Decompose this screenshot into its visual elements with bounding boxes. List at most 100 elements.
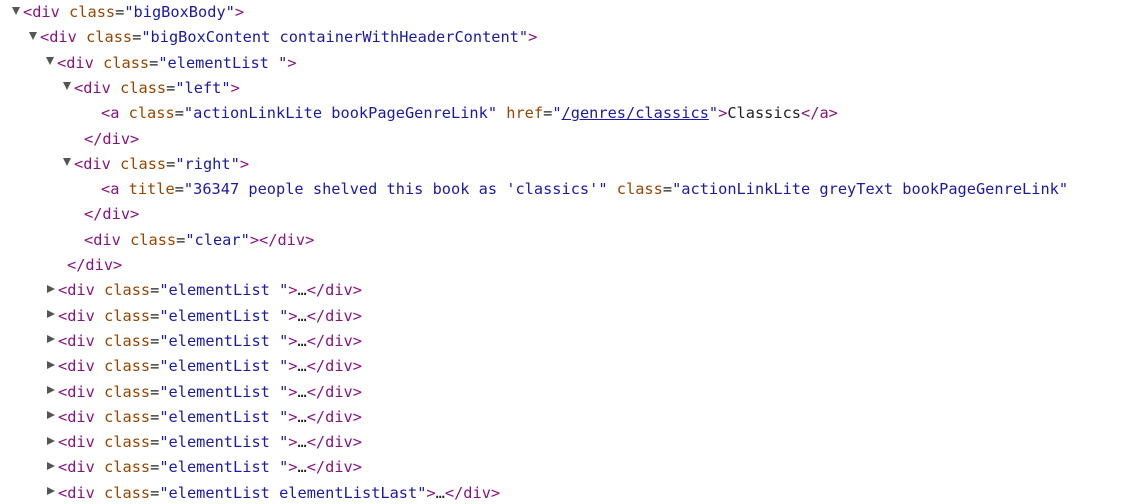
expanded-triangle-icon[interactable] [63,82,71,91]
dom-tree-view: <div class="bigBoxBody"> <div class="bigB… [0,0,1131,504]
dom-node-row[interactable]: <div class="elementList ">…</div> [46,354,362,379]
collapsed-triangle-icon[interactable] [47,487,55,496]
text-token: = [150,281,160,300]
attribute-name: title [128,180,175,199]
attribute-name: class [104,357,151,376]
collapsed-triangle-icon[interactable] [47,461,55,470]
collapsed-triangle-icon[interactable] [47,436,55,445]
attribute-value: "actionLinkLite greyText bookPageGenreLi… [672,180,1069,199]
dom-node-row[interactable]: <div class="elementList "> [46,51,297,76]
tag-token: <div [74,78,111,97]
collapsed-triangle-icon[interactable] [47,335,55,344]
text-token: = [150,306,160,325]
attribute-value: " [708,104,719,123]
tag-token: > [718,104,728,123]
expanded-triangle-icon[interactable] [29,31,37,40]
tag-token: <a [101,180,120,199]
attribute-name: class [616,180,663,199]
text-token: … [297,331,307,350]
text-token: = [174,180,184,199]
tag-token: </div> [84,205,140,224]
dom-node-row[interactable]: <div class="bigBoxContent containerWithH… [29,25,537,50]
tag-token: </div> [444,483,501,502]
href-link[interactable]: /genres/classics [562,104,709,122]
attribute-value: "actionLinkLite bookPageGenreLink" [183,104,498,123]
text-token: = [166,78,176,97]
attribute-name: class [128,104,175,123]
expanded-triangle-icon[interactable] [12,6,20,15]
tag-token: </a> [801,104,838,123]
collapsed-triangle-icon[interactable] [47,360,55,369]
dom-node-row[interactable]: <div class="elementList ">…</div> [46,278,362,303]
text-token: = [150,331,160,350]
attribute-value: "elementList " [159,433,289,452]
tag-token: > [288,382,298,401]
collapsed-triangle-icon[interactable] [47,284,55,293]
dom-node-row[interactable]: <div class="elementList ">…</div> [46,405,362,430]
attribute-name: class [104,433,151,452]
attribute-name: class [104,407,151,426]
dom-node-row[interactable]: <div class="elementList ">…</div> [46,304,362,329]
dom-node-row[interactable]: <div class="right"> [63,152,249,177]
dom-node-row[interactable]: <div class="clear"></div> [84,228,314,253]
dom-node-row[interactable]: </div> [84,127,139,152]
dom-node-row[interactable]: <div class="elementList ">…</div> [46,430,362,455]
text-token: … [297,407,307,426]
tag-token: > [239,154,250,173]
attribute-value: "right" [175,154,240,173]
attribute-name: class [104,281,151,300]
dom-node-row[interactable]: <div class="elementList ">…</div> [46,329,362,354]
collapsed-triangle-icon[interactable] [47,310,55,319]
tag-token: > [288,357,298,376]
attribute-value: "36347 people shelved this book as 'clas… [183,180,608,199]
tag-token: > [426,483,436,502]
dom-node-row[interactable]: <div class="elementList ">…</div> [46,380,362,405]
tag-token: > [528,28,538,47]
dom-node-row[interactable]: <div class="elementList elementListLast"… [46,481,500,504]
dom-node-row[interactable]: </div> [67,253,122,278]
tag-token: </div> [306,357,362,376]
expanded-triangle-icon[interactable] [46,57,54,66]
tag-token: </div> [306,407,362,426]
attribute-name: class [120,154,167,173]
tag-token: <div [58,357,95,376]
tag-token: </div> [84,129,140,148]
text-token: = [150,382,160,401]
attribute-name: class [104,483,151,502]
tag-token: </div> [306,331,362,350]
attribute-name: class [104,331,151,350]
dom-node-row[interactable]: <div class="bigBoxBody"> [12,0,244,25]
expanded-triangle-icon[interactable] [63,158,71,167]
attribute-value: " [552,104,562,123]
dom-node-row[interactable]: <a class="actionLinkLite bookPageGenreLi… [101,101,838,126]
dom-node-row[interactable]: <div class="left"> [63,76,240,101]
collapsed-triangle-icon[interactable] [47,411,55,420]
text-token: Classics [727,104,802,123]
tag-token: > [234,3,245,21]
attribute-name: class [86,28,133,47]
attribute-name: class [104,458,151,477]
tag-token: </div> [306,433,362,452]
dom-node-row[interactable]: </div> [84,202,139,227]
attribute-value: "elementList " [159,306,289,325]
dom-node-row[interactable]: <div class="elementList ">…</div> [46,455,362,480]
attribute-value: "clear" [185,230,250,249]
attribute-value: "elementList elementListLast" [159,483,427,502]
text-token: = [174,104,184,123]
tag-token: > [288,281,298,300]
tag-token: <div [58,407,95,426]
dom-node-row[interactable]: <a title="36347 people shelved this book… [101,177,1068,202]
attribute-name: class [69,3,116,21]
collapsed-triangle-icon[interactable] [47,386,55,394]
